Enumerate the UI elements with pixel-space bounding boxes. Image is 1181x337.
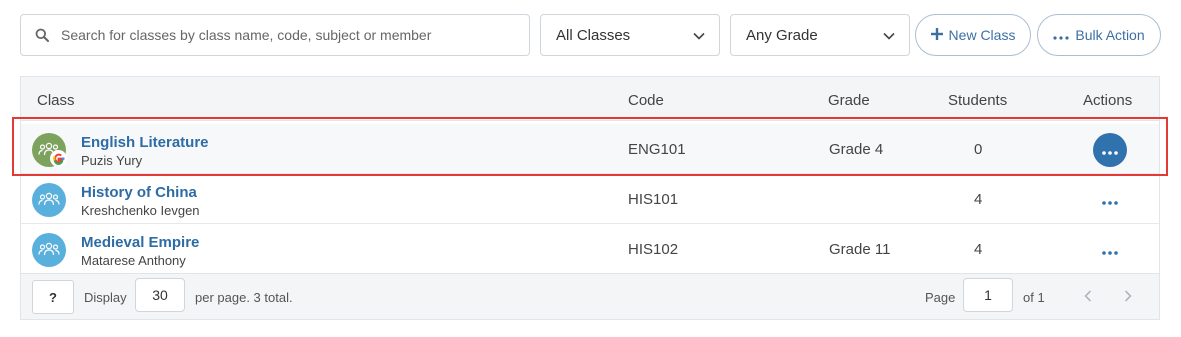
class-member: Matarese Anthony: [81, 253, 186, 268]
class-avatar: [32, 233, 66, 267]
class-name-link[interactable]: English Literature: [81, 134, 209, 151]
table-row[interactable]: Medieval Empire Matarese Anthony HIS102 …: [21, 224, 1159, 274]
chevron-down-icon: [693, 27, 705, 44]
new-class-button[interactable]: New Class: [915, 14, 1031, 56]
class-grade: Grade 4: [829, 141, 884, 158]
chevron-left-icon: [1084, 290, 1092, 302]
table-row[interactable]: English Literature Puzis Yury ENG101 Gra…: [21, 124, 1159, 174]
google-icon: [50, 150, 67, 167]
column-header-actions: Actions: [1083, 92, 1133, 109]
ellipsis-icon: [1102, 242, 1118, 258]
class-member: Puzis Yury: [81, 153, 143, 168]
grade-filter-value: Any Grade: [746, 26, 818, 44]
new-class-label: New Class: [948, 27, 1016, 43]
column-header-code[interactable]: Code: [628, 92, 664, 109]
search-input[interactable]: [61, 27, 501, 43]
column-header-class[interactable]: Class: [37, 92, 75, 109]
chevron-right-icon: [1124, 290, 1132, 302]
bulk-action-label: Bulk Action: [1075, 27, 1145, 43]
plus-icon: [930, 27, 943, 43]
chevron-down-icon: [883, 27, 895, 44]
table-footer: ? Display per page. 3 total. Page of 1: [21, 273, 1159, 319]
table-header: Class Code Grade Students Actions: [21, 77, 1159, 121]
per-page-summary: per page. 3 total.: [195, 290, 293, 305]
column-header-students[interactable]: Students: [948, 92, 1007, 109]
class-filter-value: All Classes: [556, 26, 631, 44]
class-students: 4: [974, 241, 983, 258]
bulk-action-button[interactable]: Bulk Action: [1037, 14, 1161, 56]
class-code: HIS102: [628, 241, 679, 258]
group-icon: [38, 241, 60, 260]
row-actions-button[interactable]: [1093, 133, 1127, 167]
toolbar: All Classes Any Grade New Class Bulk Act…: [20, 14, 1161, 56]
prev-page-button[interactable]: [1080, 287, 1096, 305]
class-name-link[interactable]: Medieval Empire: [81, 234, 199, 251]
class-students: 0: [974, 141, 983, 158]
page-count: of 1: [1023, 290, 1045, 305]
next-page-button[interactable]: [1120, 287, 1136, 305]
class-students: 4: [974, 191, 983, 208]
class-filter-select[interactable]: All Classes: [540, 14, 720, 56]
class-code: HIS101: [628, 191, 679, 208]
page-label: Page: [925, 290, 956, 305]
table-row[interactable]: History of China Kreshchenko Ievgen HIS1…: [21, 174, 1159, 224]
search-icon: [35, 27, 51, 43]
help-button[interactable]: ?: [32, 280, 74, 314]
column-header-grade[interactable]: Grade: [828, 92, 870, 109]
display-label: Display: [84, 290, 127, 305]
page-input[interactable]: [963, 278, 1013, 312]
class-avatar: [32, 183, 66, 217]
class-code: ENG101: [628, 141, 686, 158]
search-box[interactable]: [20, 14, 530, 56]
ellipsis-icon: [1102, 142, 1118, 158]
class-grade: Grade 11: [829, 241, 891, 258]
classes-table: Class Code Grade Students Actions Englis…: [20, 76, 1160, 320]
class-name-link[interactable]: History of China: [81, 184, 197, 201]
row-actions-button[interactable]: [1093, 233, 1127, 267]
class-member: Kreshchenko Ievgen: [81, 203, 200, 218]
grade-filter-select[interactable]: Any Grade: [730, 14, 910, 56]
row-actions-button[interactable]: [1093, 183, 1127, 217]
per-page-input[interactable]: [135, 278, 185, 312]
ellipsis-icon: [1102, 192, 1118, 208]
group-icon: [38, 191, 60, 210]
ellipsis-icon: [1053, 27, 1069, 43]
